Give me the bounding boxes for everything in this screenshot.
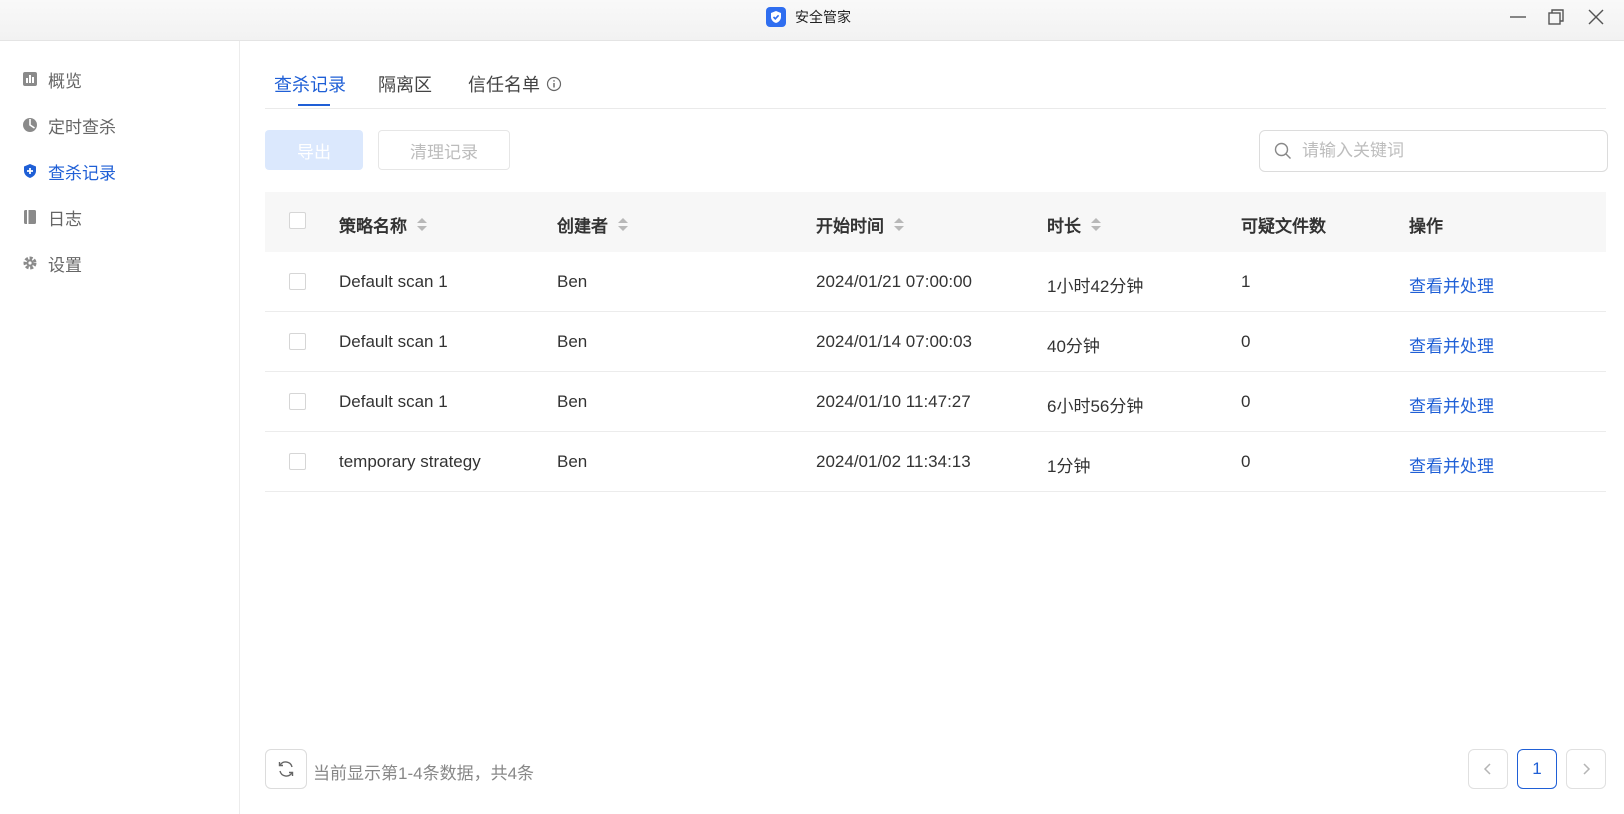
- cell-suspicious-count: 0: [1241, 452, 1251, 471]
- cell-creator: Ben: [557, 452, 588, 471]
- column-header-action: 操作: [1409, 212, 1443, 237]
- cell-creator: Ben: [557, 392, 588, 411]
- column-header-duration[interactable]: 时长: [1047, 212, 1101, 237]
- cell-start-time: 2024/01/10 11:47:27: [816, 392, 971, 411]
- close-button[interactable]: [1581, 4, 1611, 30]
- cell-duration: 1小时42分钟: [1047, 277, 1144, 296]
- refresh-button[interactable]: [265, 749, 307, 789]
- cell-start-time: 2024/01/02 11:34:13: [816, 452, 971, 471]
- cell-duration: 40分钟: [1047, 337, 1100, 356]
- minimize-button[interactable]: [1503, 4, 1533, 30]
- sidebar-item-label: 查杀记录: [48, 163, 116, 183]
- table-row: Default scan 1 Ben 2024/01/10 11:47:27 6…: [265, 372, 1606, 432]
- sidebar-item-label: 日志: [48, 209, 82, 229]
- shield-icon: [22, 163, 38, 179]
- gear-icon: [22, 255, 38, 271]
- view-and-handle-link[interactable]: 查看并处理: [1409, 392, 1494, 417]
- sidebar-item-logs[interactable]: 日志: [0, 199, 239, 235]
- row-checkbox[interactable]: [289, 333, 306, 350]
- next-page-button[interactable]: [1566, 749, 1606, 789]
- chart-icon: [22, 71, 38, 87]
- row-checkbox[interactable]: [289, 273, 306, 290]
- column-header-label: 可疑文件数: [1241, 217, 1326, 236]
- column-header-label: 开始时间: [816, 217, 884, 236]
- cell-start-time: 2024/01/14 07:00:03: [816, 332, 972, 351]
- tab-label: 信任名单: [468, 75, 540, 95]
- column-header-label: 操作: [1409, 217, 1443, 236]
- select-all-checkbox[interactable]: [289, 212, 306, 229]
- chevron-left-icon: [1483, 763, 1491, 775]
- sidebar-item-settings[interactable]: 设置: [0, 245, 239, 281]
- column-header-label: 时长: [1047, 217, 1081, 236]
- view-and-handle-link[interactable]: 查看并处理: [1409, 272, 1494, 297]
- column-header-label: 策略名称: [339, 217, 407, 236]
- cell-creator: Ben: [557, 272, 588, 291]
- minimize-icon: [1510, 16, 1526, 18]
- view-and-handle-link[interactable]: 查看并处理: [1409, 452, 1494, 477]
- book-icon: [22, 209, 38, 225]
- chevron-right-icon: [1583, 763, 1591, 775]
- sort-icon[interactable]: [894, 218, 904, 231]
- app-shield-icon: [766, 7, 786, 27]
- restore-icon: [1548, 9, 1564, 25]
- sidebar-item-scan-records[interactable]: 查杀记录: [0, 153, 239, 189]
- cell-start-time: 2024/01/21 07:00:00: [816, 272, 972, 291]
- sidebar-item-label: 概览: [48, 71, 82, 91]
- tab-label: 查杀记录: [274, 75, 346, 95]
- clear-records-button[interactable]: 清理记录: [378, 130, 510, 170]
- column-header-name[interactable]: 策略名称: [339, 212, 427, 237]
- clock-pie-icon: [22, 117, 38, 133]
- cell-creator: Ben: [557, 332, 588, 351]
- title-bar: 安全管家: [0, 0, 1624, 41]
- search-box: [1259, 130, 1608, 172]
- search-input[interactable]: [1302, 141, 1592, 161]
- table-header: 策略名称 创建者 开始时间 时长 可疑文件数 操作: [265, 192, 1606, 252]
- sort-icon[interactable]: [417, 218, 427, 231]
- info-icon[interactable]: [546, 76, 562, 92]
- table-row: temporary strategy Ben 2024/01/02 11:34:…: [265, 432, 1606, 492]
- page-number-button[interactable]: 1: [1517, 749, 1557, 789]
- sort-icon[interactable]: [618, 218, 628, 231]
- row-checkbox[interactable]: [289, 453, 306, 470]
- tab-scan-records[interactable]: 查杀记录: [274, 71, 346, 97]
- maximize-button[interactable]: [1541, 4, 1571, 30]
- table-row: Default scan 1 Ben 2024/01/14 07:00:03 4…: [265, 312, 1606, 372]
- cell-name: Default scan 1: [339, 272, 448, 291]
- cell-suspicious-count: 0: [1241, 392, 1251, 411]
- refresh-icon: [278, 761, 294, 777]
- close-icon: [1588, 9, 1604, 25]
- search-icon: [1274, 142, 1291, 159]
- sort-icon[interactable]: [1091, 218, 1101, 231]
- window-title: 安全管家: [795, 9, 851, 25]
- cell-duration: 1分钟: [1047, 457, 1091, 476]
- active-tab-indicator: [298, 104, 330, 106]
- cell-suspicious-count: 1: [1241, 272, 1251, 291]
- view-and-handle-link[interactable]: 查看并处理: [1409, 332, 1494, 357]
- tab-trust-list[interactable]: 信任名单: [468, 71, 562, 97]
- pagination-info: 当前显示第1-4条数据，共4条: [313, 764, 535, 783]
- window-title-group: 安全管家: [766, 6, 851, 28]
- column-header-suspicious-files: 可疑文件数: [1241, 212, 1326, 237]
- column-header-creator[interactable]: 创建者: [557, 212, 628, 237]
- cell-suspicious-count: 0: [1241, 332, 1251, 351]
- sidebar-item-overview[interactable]: 概览: [0, 61, 239, 97]
- tab-bar: 查杀记录 隔离区 信任名单: [265, 41, 1606, 109]
- sidebar-item-scheduled-scan[interactable]: 定时查杀: [0, 107, 239, 143]
- tab-quarantine[interactable]: 隔离区: [378, 71, 432, 97]
- tab-label: 隔离区: [378, 75, 432, 95]
- previous-page-button[interactable]: [1468, 749, 1508, 789]
- column-header-start-time[interactable]: 开始时间: [816, 212, 904, 237]
- export-button[interactable]: 导出: [265, 130, 363, 170]
- row-checkbox[interactable]: [289, 393, 306, 410]
- cell-name: Default scan 1: [339, 392, 448, 411]
- table-row: Default scan 1 Ben 2024/01/21 07:00:00 1…: [265, 252, 1606, 312]
- sidebar-item-label: 设置: [48, 255, 82, 275]
- cell-duration: 6小时56分钟: [1047, 397, 1144, 416]
- column-header-label: 创建者: [557, 217, 608, 236]
- sidebar: 概览 定时查杀 查杀记录 日志 设置: [0, 41, 240, 814]
- cell-name: temporary strategy: [339, 452, 481, 471]
- sidebar-item-label: 定时查杀: [48, 117, 116, 137]
- cell-name: Default scan 1: [339, 332, 448, 351]
